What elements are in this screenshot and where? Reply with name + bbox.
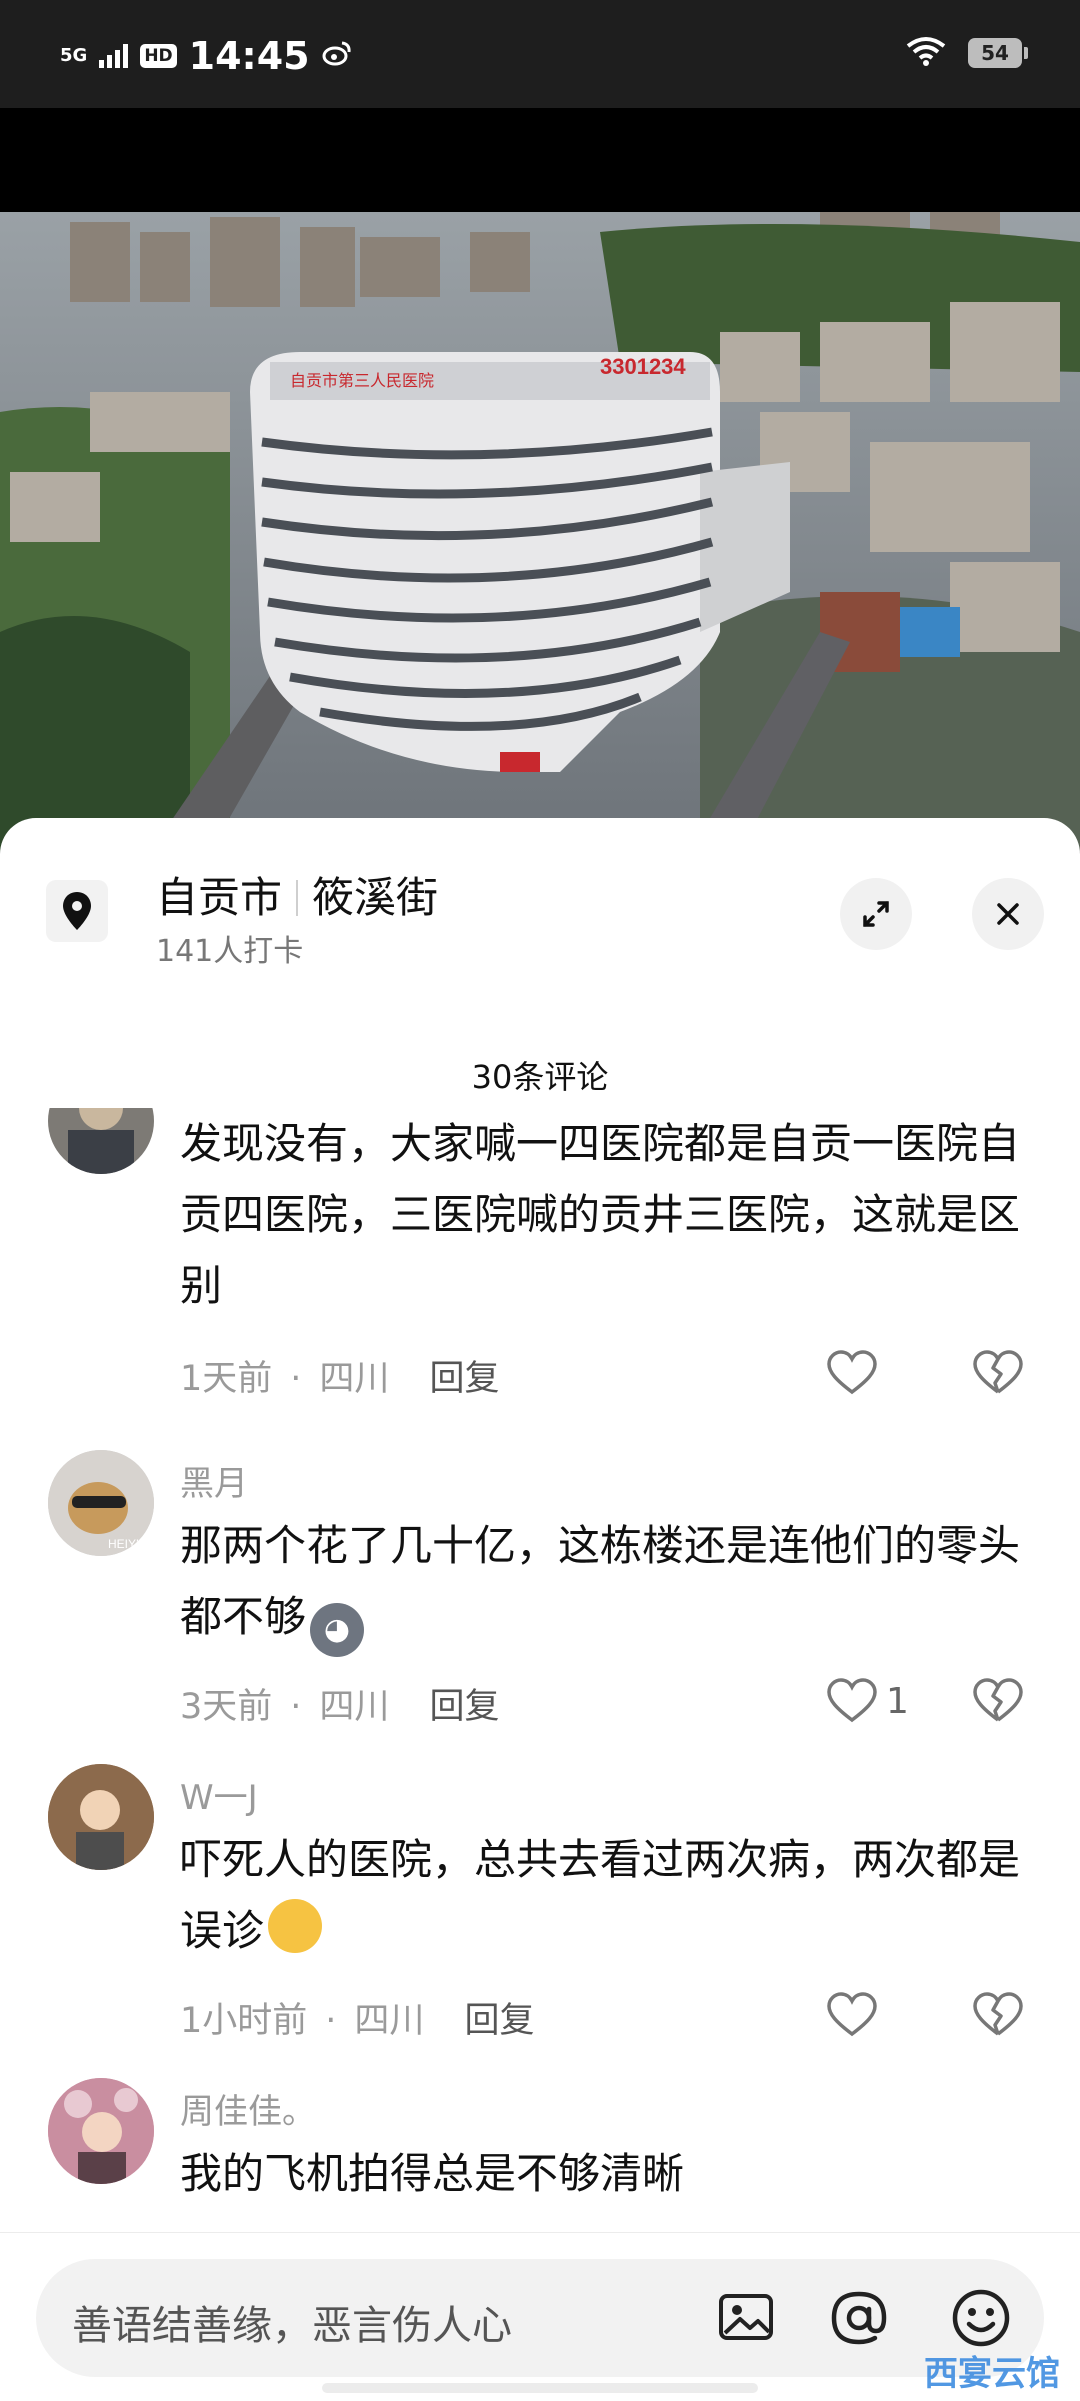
location-pin-icon [63, 892, 91, 930]
broken-heart-icon [973, 1350, 1023, 1394]
location-icon-box [46, 880, 108, 942]
facepalm-emoji-icon [268, 1899, 323, 1953]
comment-meta: 1天前 · 四川 回复 [180, 1359, 500, 1399]
comment-time: 1小时前 [180, 2001, 308, 2041]
comments-count: 30条评论 [471, 1058, 609, 1096]
comment-meta: 3天前 · 四川 回复 [180, 1687, 500, 1727]
comments-list[interactable]: 发现没有，大家喊一四医院都是自贡一医院自贡四医院，三医院喊的贡井三医院，这就是区… [0, 1108, 1080, 2400]
comment-text: 那两个花了几十亿，这栋楼还是连他们的零头都不够 ◕ [180, 1510, 1020, 1657]
dislike-button[interactable] [972, 1992, 1024, 2042]
heart-outline-icon [827, 1678, 877, 1723]
location-city: 自贡市 [156, 873, 283, 922]
like-button[interactable] [826, 1350, 886, 1396]
expand-button[interactable] [840, 878, 912, 950]
home-indicator[interactable] [322, 2383, 758, 2393]
reply-button[interactable]: 回复 [429, 1359, 499, 1399]
hospital-aerial-photo[interactable]: 自贡市第三人民医院 3301234 [0, 212, 1080, 852]
dislike-button[interactable] [972, 1678, 1024, 1728]
avatar[interactable] [48, 1108, 154, 1174]
comment-text: 发现没有，大家喊一四医院都是自贡一医院自贡四医院，三医院喊的贡井三医院，这就是区… [180, 1119, 1021, 1310]
signal-icon [99, 44, 129, 68]
image-icon[interactable] [716, 2287, 776, 2351]
broken-heart-icon [973, 1992, 1023, 2036]
weibo-icon [322, 40, 352, 73]
status-right: 54 [906, 36, 1028, 70]
wifi-icon [906, 36, 946, 70]
broken-heart-icon [973, 1678, 1023, 1722]
husky-emoji-icon: ◕ [310, 1603, 365, 1657]
comment-author[interactable]: 黑月 [180, 1456, 248, 1505]
svg-text:HEIYUE: HEIYUE [108, 1537, 153, 1551]
comment-input-bar: 善语结善缘，恶言伤人心 西宴云馆 [0, 2232, 1080, 2401]
comment-author[interactable]: 周佳佳。 [180, 2084, 316, 2133]
close-icon [997, 903, 1019, 925]
dislike-button[interactable] [972, 1350, 1024, 1400]
comment-region: 四川 [319, 1687, 390, 1727]
location-title[interactable]: 自贡市 筱溪街 [156, 864, 438, 925]
reply-button[interactable]: 回复 [464, 2001, 534, 2041]
status-left: 5G HD 14:45 [60, 34, 352, 78]
battery-icon: 54 [968, 38, 1028, 68]
close-button[interactable] [972, 878, 1044, 950]
status-time: 14:45 [188, 34, 310, 78]
video-top-band [0, 108, 1080, 212]
network-type: 5G [60, 45, 88, 66]
avatar[interactable] [48, 1764, 154, 1870]
reply-button[interactable]: 回复 [429, 1687, 499, 1727]
comment-time: 3天前 [180, 1687, 273, 1727]
like-button[interactable]: 1 [826, 1678, 909, 1724]
comment-author[interactable]: W一J [180, 1770, 258, 1819]
comment-input-field[interactable]: 善语结善缘，恶言伤人心 [36, 2259, 1044, 2377]
comment-region: 四川 [319, 1359, 390, 1399]
like-button[interactable] [826, 1992, 886, 2038]
emoji-icon[interactable] [950, 2287, 1012, 2353]
heart-outline-icon [827, 1350, 877, 1395]
expand-icon [863, 901, 889, 927]
comment-time: 1天前 [180, 1359, 273, 1399]
comment-input-placeholder: 善语结善缘，恶言伤人心 [72, 2303, 512, 2349]
comment-text: 吓死人的医院，总共去看过两次病，两次都是误诊 [180, 1835, 1021, 1955]
hd-badge: HD [140, 44, 177, 68]
at-icon[interactable] [828, 2287, 890, 2353]
avatar[interactable] [48, 2078, 154, 2184]
title-divider [296, 880, 299, 916]
comment-text: 我的飞机拍得总是不够清晰 [180, 2149, 685, 2198]
watermark: 西宴云馆 [924, 2354, 1060, 2394]
checkin-count: 141人打卡 [156, 934, 304, 969]
avatar[interactable]: HEIYUE [48, 1450, 154, 1556]
svg-text:自贡市第三人民医院: 自贡市第三人民医院 [290, 372, 434, 390]
comments-sheet: 自贡市 筱溪街 141人打卡 30条评论 发现没有，大家喊一四医院都是自贡一医院自… [0, 818, 1080, 2400]
building-sign-number: 3301234 [600, 354, 686, 379]
like-count: 1 [886, 1680, 909, 1722]
comment-region: 四川 [354, 2001, 425, 2041]
heart-outline-icon [827, 1992, 877, 2037]
comment-meta: 1小时前 · 四川 回复 [180, 2001, 535, 2041]
location-street: 筱溪街 [312, 873, 439, 922]
status-bar: 5G HD 14:45 54 [0, 0, 1080, 108]
